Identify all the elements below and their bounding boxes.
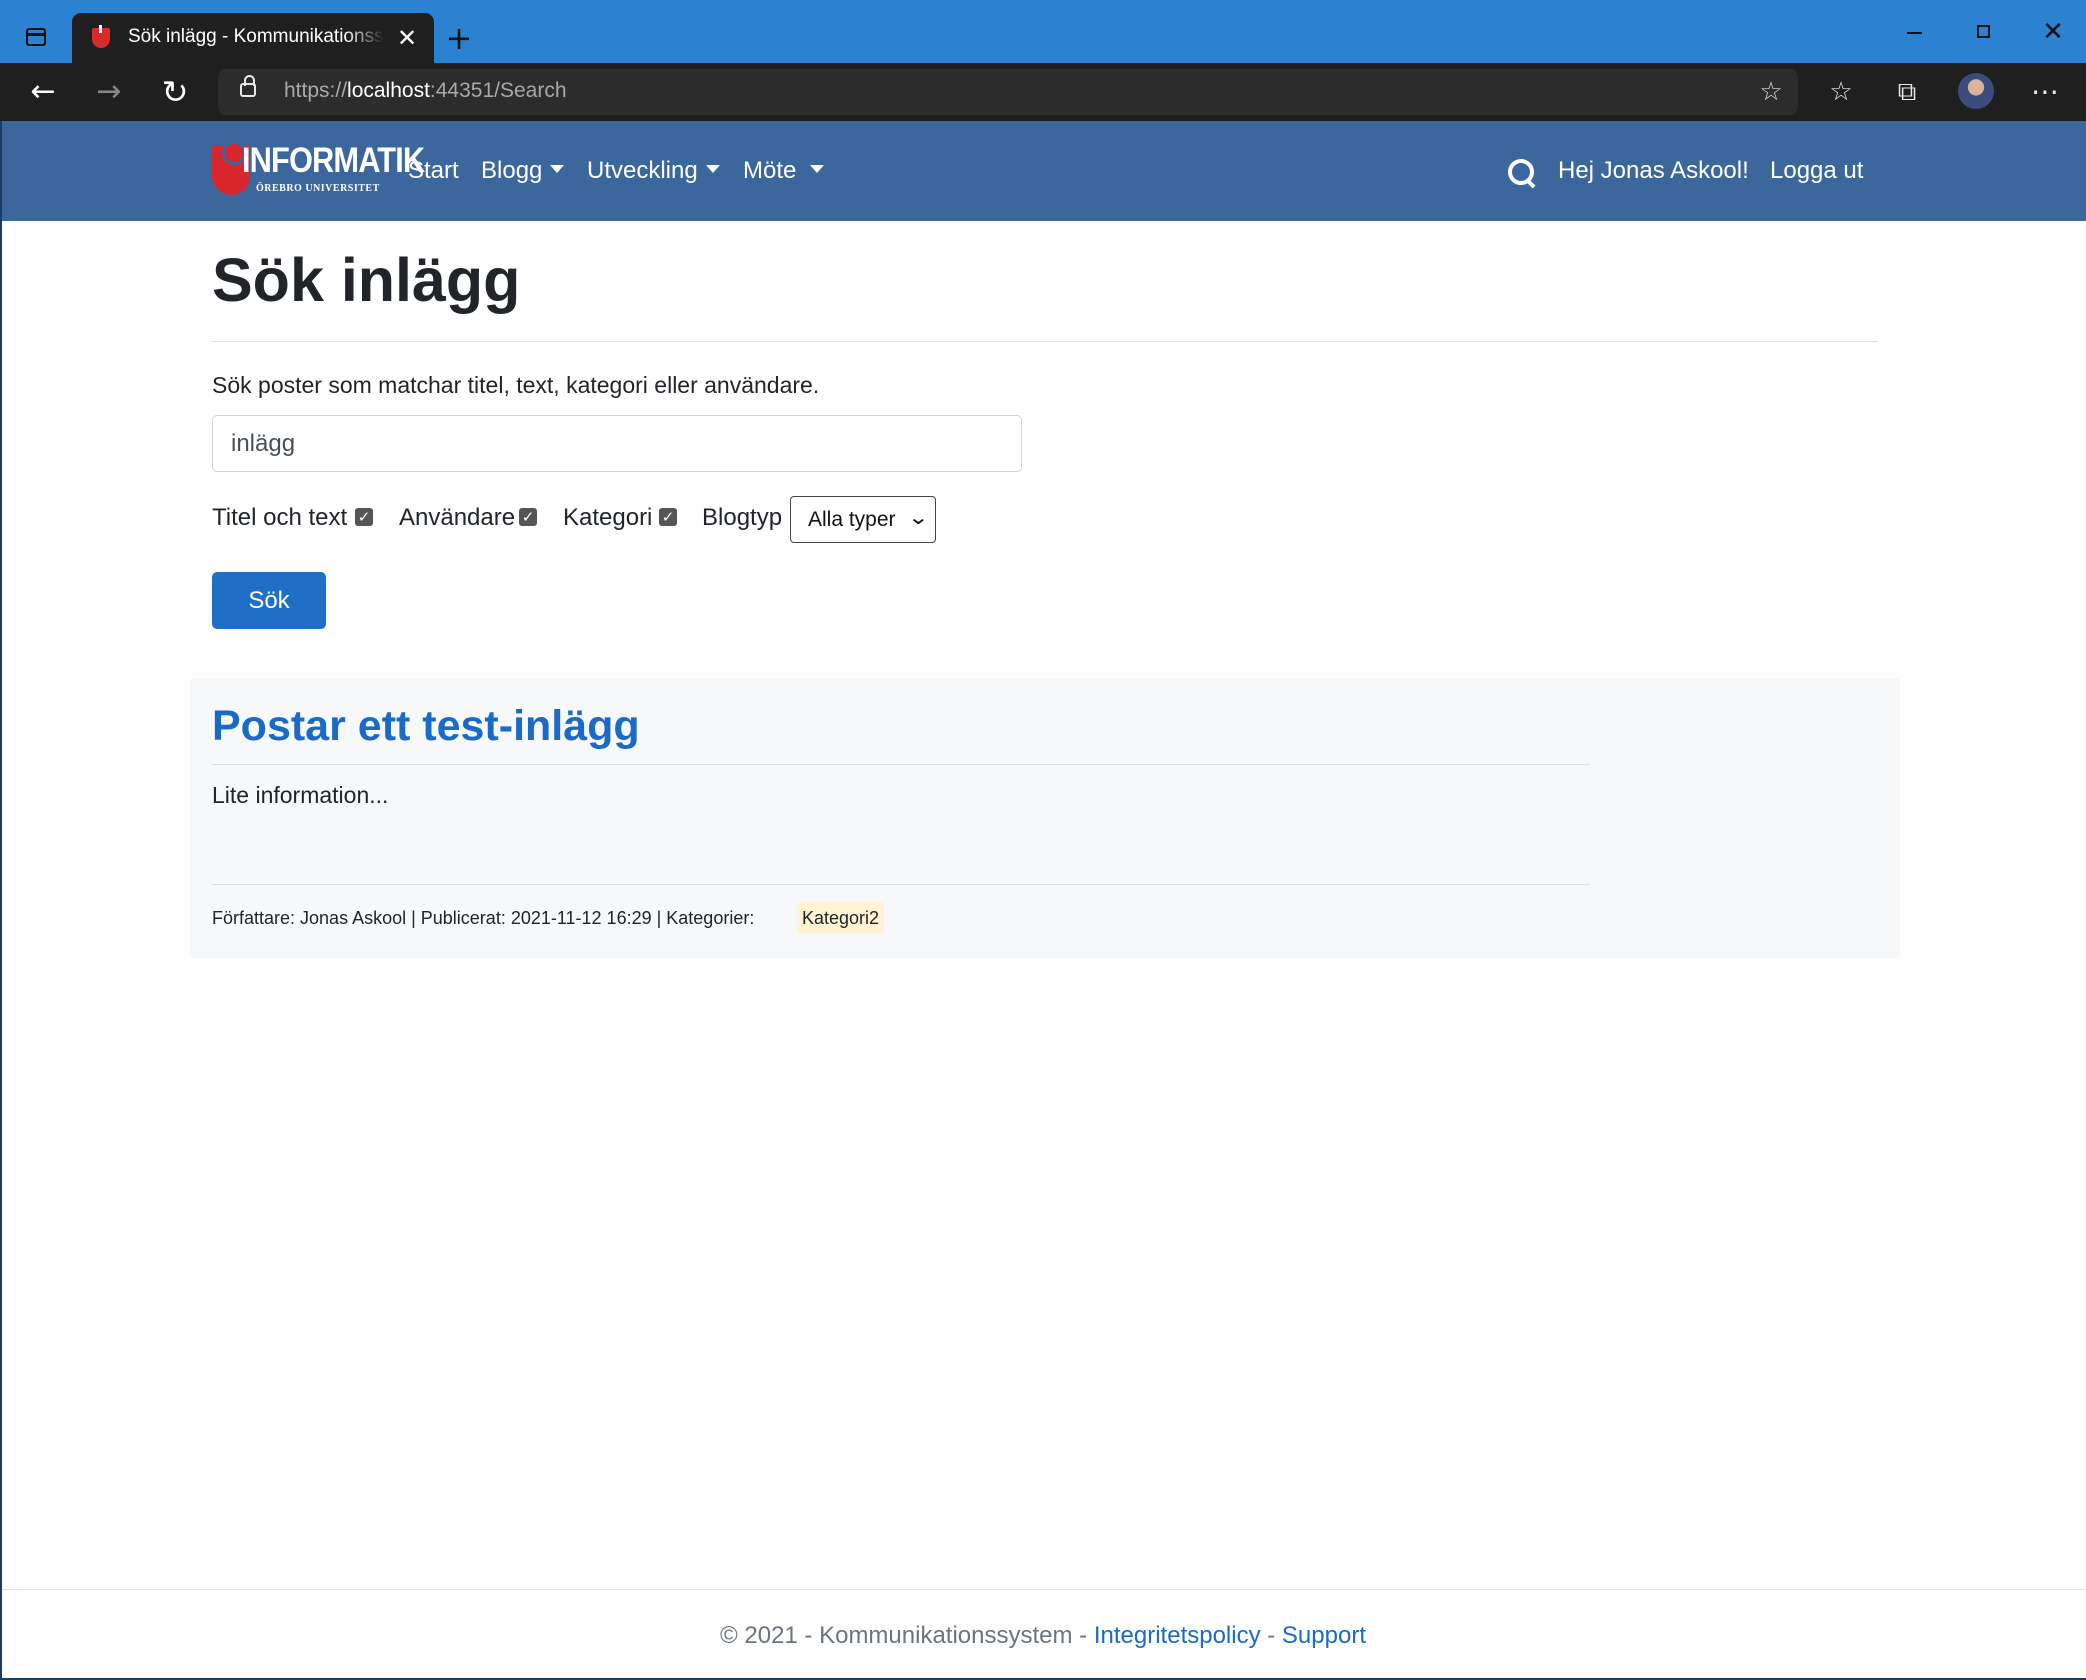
tab-actions-icon[interactable] [26,28,46,46]
window-border [0,121,2,1680]
logout-link[interactable]: Logga ut [1770,157,1863,185]
search-result-card: Postar ett test-inlägg Lite information.… [190,678,1900,958]
profile-avatar[interactable] [1958,73,1994,109]
url-host: localhost [347,79,430,102]
search-description: Sök poster som matchar titel, text, kate… [212,372,820,398]
site-favicon-icon [92,25,110,48]
maximize-icon[interactable] [1964,12,2004,52]
lock-icon[interactable] [240,75,256,97]
url-scheme: https:// [284,79,348,102]
filter-kategori-label: Kategori [563,504,653,531]
filter-anvandare-checkbox[interactable]: ✓ [519,508,537,526]
category-tag[interactable]: Kategori2 [797,902,885,934]
reload-icon[interactable]: ↻ [154,71,196,113]
logo-text: INFORMATIK [242,141,425,180]
window-close-icon[interactable]: ✕ [2033,12,2073,52]
search-input[interactable] [212,415,1022,472]
filter-titel-label: Titel och text [212,504,348,531]
nav-start[interactable]: Start [408,157,459,185]
new-tab-button[interactable]: + [444,20,474,56]
nav-mote-label: Möte [743,157,797,184]
post-title-link[interactable]: Postar ett test-inlägg [212,702,640,751]
add-favorite-icon[interactable]: ☆ [1754,75,1788,109]
footer-divider [0,1589,2086,1590]
filter-kategori-checkbox[interactable]: ✓ [659,508,677,526]
browser-tab-bar: Sök inlägg - Kommunikationssystem ✕ + ✕ [0,0,2086,63]
tab-close-icon[interactable]: ✕ [392,23,422,53]
back-arrow-icon[interactable]: ← [22,71,64,113]
minimize-icon[interactable] [1895,12,1935,52]
post-meta: Författare: Jonas Askool | Publicerat: 2… [212,908,755,928]
favorites-icon[interactable]: ☆ [1820,71,1862,113]
post-divider [212,884,1590,885]
site-navbar: INFORMATIK ÖREBRO UNIVERSITET Start Blog… [0,121,2086,221]
caret-down-icon [810,164,825,173]
nav-mote-dropdown[interactable]: Möte [743,157,825,185]
tab-title: Sök inlägg - Kommunikationssystem [128,26,384,47]
browser-toolbar: ← → ↻ https://localhost:44351/Search ☆ ☆… [0,63,2086,121]
url-path: :44351/Search [429,79,567,102]
search-icon[interactable] [1508,159,1538,189]
nav-utveckling-label: Utveckling [587,157,698,184]
nav-blogg-label: Blogg [481,157,543,184]
user-greeting[interactable]: Hej Jonas Askool! [1558,157,1749,185]
footer-copyright: © 2021 - Kommunikationssystem - [720,1622,1094,1649]
forward-arrow-icon[interactable]: → [88,71,130,113]
caret-down-icon [705,164,720,173]
post-divider [212,764,1590,765]
blogtyp-select[interactable]: Alla typer ⌄ [790,496,936,543]
filter-titel-checkbox[interactable]: ✓ [355,508,373,526]
footer-separator: - [1260,1622,1282,1649]
address-bar[interactable]: https://localhost:44351/Search ☆ [218,69,1798,115]
nav-blogg-dropdown[interactable]: Blogg [481,157,565,185]
filter-blogtyp-label: Blogtyp [702,504,783,531]
filter-anvandare-label: Användare [399,504,516,531]
blogtyp-selected-value: Alla typer [808,508,896,531]
browser-tab-active[interactable]: Sök inlägg - Kommunikationssystem ✕ [72,13,434,63]
url-text[interactable]: https://localhost:44351/Search [284,79,567,103]
page-footer: © 2021 - Kommunikationssystem - Integrit… [0,1622,2086,1650]
caret-down-icon [550,164,565,173]
site-logo[interactable]: INFORMATIK ÖREBRO UNIVERSITET [212,141,425,197]
privacy-link[interactable]: Integritetspolicy [1094,1622,1261,1649]
logo-subtext: ÖREBRO UNIVERSITET [256,183,380,194]
more-icon[interactable]: ⋯ [2024,71,2066,113]
page-title: Sök inlägg [212,246,521,314]
collections-icon[interactable]: ⧉ [1886,71,1928,113]
post-body: Lite information... [212,782,389,808]
title-divider [212,341,1878,342]
support-link[interactable]: Support [1282,1622,1366,1649]
search-button[interactable]: Sök [212,572,326,629]
chevron-down-icon: ⌄ [907,505,930,529]
nav-utveckling-dropdown[interactable]: Utveckling [587,157,720,185]
